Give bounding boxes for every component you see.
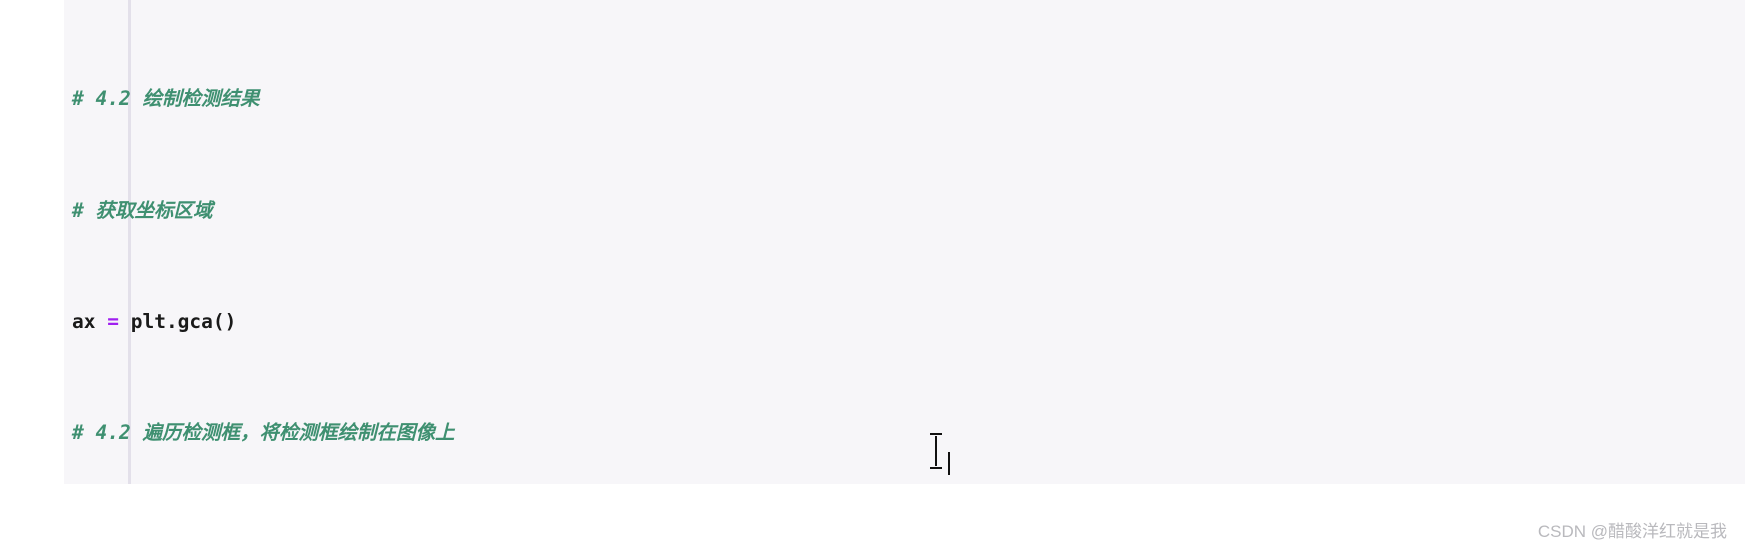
csdn-watermark: CSDN @醋酸洋红就是我: [1537, 522, 1727, 541]
text-caret: [948, 452, 950, 475]
code-line[interactable]: # 4.2 遍历检测框，将检测框绘制在图像上: [72, 419, 1105, 447]
page-footer: CSDN @醋酸洋红就是我: [0, 484, 1745, 552]
ibeam-stem: [935, 436, 937, 466]
code-line[interactable]: # 4.2 绘制检测结果: [72, 85, 1105, 113]
code-editor[interactable]: # 4.2 绘制检测结果 # 获取坐标区域 ax = plt.gca() # 4…: [64, 0, 1745, 484]
operator-assign: =: [107, 309, 119, 333]
code-block[interactable]: # 4.2 绘制检测结果 # 获取坐标区域 ax = plt.gca() # 4…: [72, 2, 1105, 484]
comment-token: # 4.2 绘制检测结果: [72, 87, 260, 111]
ibeam-cap-bottom: [930, 467, 942, 469]
call-plt-gca: plt.gca(): [118, 309, 237, 333]
identifier-ax: ax: [72, 309, 108, 333]
code-line[interactable]: ax = plt.gca(): [72, 308, 1105, 336]
editor-left-margin: [0, 0, 64, 484]
code-line[interactable]: # 获取坐标区域: [72, 197, 1105, 225]
mouse-ibeam-cursor: [928, 432, 944, 470]
ibeam-cap-top: [930, 433, 942, 435]
comment-token: # 4.2 遍历检测框，将检测框绘制在图像上: [72, 420, 455, 444]
comment-token: # 获取坐标区域: [72, 198, 213, 222]
screenshot-root: # 4.2 绘制检测结果 # 获取坐标区域 ax = plt.gca() # 4…: [0, 0, 1745, 552]
